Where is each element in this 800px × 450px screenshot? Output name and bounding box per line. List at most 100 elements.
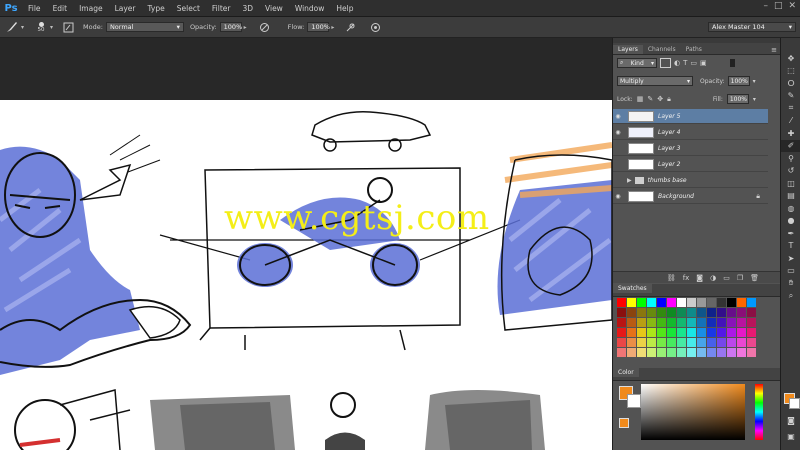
- lock-image-icon[interactable]: ✎: [647, 95, 653, 103]
- swatch[interactable]: [657, 318, 666, 327]
- tab-swatches[interactable]: Swatches: [613, 284, 652, 293]
- swatch[interactable]: [717, 318, 726, 327]
- quick-mask-icon[interactable]: ◙: [781, 414, 800, 427]
- lock-transparent-icon[interactable]: ▦: [637, 95, 644, 103]
- fill-arrow-icon[interactable]: ▾: [753, 96, 756, 103]
- zoom-tool-icon[interactable]: ⌕: [781, 290, 800, 303]
- swatch[interactable]: [627, 328, 636, 337]
- lasso-tool-icon[interactable]: ⵔ: [781, 77, 800, 90]
- swatch[interactable]: [677, 338, 686, 347]
- swatch[interactable]: [657, 348, 666, 357]
- swatch[interactable]: [637, 298, 646, 307]
- tab-paths[interactable]: Paths: [681, 45, 707, 54]
- background-color-swatch[interactable]: [627, 394, 641, 408]
- pressure-opacity-icon[interactable]: [259, 21, 271, 33]
- swatch[interactable]: [727, 348, 736, 357]
- layer-row[interactable]: ◉ Layer 5: [613, 109, 768, 124]
- opacity-slider-arrow-icon[interactable]: ▸: [244, 24, 247, 31]
- swatch[interactable]: [737, 338, 746, 347]
- layer-name[interactable]: Layer 5: [658, 113, 680, 120]
- shape-tool-icon[interactable]: ▭: [781, 265, 800, 278]
- marquee-tool-icon[interactable]: ⬚: [781, 65, 800, 78]
- airbrush-icon[interactable]: [344, 21, 356, 33]
- lock-position-icon[interactable]: ✥: [657, 95, 663, 103]
- swatch[interactable]: [617, 318, 626, 327]
- new-layer-icon[interactable]: ❐: [737, 274, 743, 282]
- pressure-size-icon[interactable]: [369, 21, 381, 33]
- swatch[interactable]: [687, 328, 696, 337]
- menu-window[interactable]: Window: [289, 4, 331, 13]
- swatch[interactable]: [657, 338, 666, 347]
- swatch[interactable]: [707, 348, 716, 357]
- history-brush-tool-icon[interactable]: ↺: [781, 165, 800, 178]
- swatch[interactable]: [667, 348, 676, 357]
- pen-tool-icon[interactable]: ✒: [781, 227, 800, 240]
- swatch[interactable]: [637, 328, 646, 337]
- new-group-icon[interactable]: ▭: [723, 274, 730, 282]
- filter-toggle-icon[interactable]: [729, 59, 735, 67]
- swatch[interactable]: [737, 318, 746, 327]
- filter-shape-icon[interactable]: ▭: [690, 59, 697, 67]
- swatch[interactable]: [737, 328, 746, 337]
- swatch[interactable]: [627, 318, 636, 327]
- brush-tool-icon[interactable]: ✐: [781, 139, 800, 152]
- swatch[interactable]: [627, 298, 636, 307]
- layer-row[interactable]: Layer 3: [613, 141, 768, 156]
- move-tool-icon[interactable]: ✥: [781, 52, 800, 65]
- delete-layer-icon[interactable]: 🗑︎: [750, 274, 759, 282]
- swatch[interactable]: [697, 298, 706, 307]
- swatch[interactable]: [707, 328, 716, 337]
- swatch[interactable]: [677, 348, 686, 357]
- tab-channels[interactable]: Channels: [643, 45, 681, 54]
- color-field[interactable]: [641, 384, 745, 440]
- tab-color[interactable]: Color: [613, 368, 639, 377]
- swatch[interactable]: [697, 318, 706, 327]
- layer-row[interactable]: ◉ Layer 4: [613, 125, 768, 140]
- web-color-warning-icon[interactable]: [619, 418, 629, 428]
- swatch[interactable]: [647, 338, 656, 347]
- swatch[interactable]: [747, 298, 756, 307]
- link-layers-icon[interactable]: ⛓: [667, 274, 676, 282]
- layer-name[interactable]: Layer 3: [658, 145, 680, 152]
- brush-picker-arrow-icon[interactable]: ▾: [50, 24, 53, 31]
- minimize-icon[interactable]: –: [763, 1, 768, 11]
- quick-select-tool-icon[interactable]: ✎: [781, 90, 800, 103]
- type-tool-icon[interactable]: T: [781, 240, 800, 253]
- canvas[interactable]: www.cgtsj.com: [0, 100, 612, 450]
- menu-layer[interactable]: Layer: [109, 4, 142, 13]
- flow-input[interactable]: 100%: [307, 22, 330, 32]
- menu-edit[interactable]: Edit: [47, 4, 74, 13]
- swatch[interactable]: [647, 348, 656, 357]
- crop-tool-icon[interactable]: ⌗: [781, 102, 800, 115]
- swatch[interactable]: [717, 328, 726, 337]
- swatch[interactable]: [687, 348, 696, 357]
- swatch[interactable]: [717, 308, 726, 317]
- swatch[interactable]: [677, 318, 686, 327]
- eyedropper-tool-icon[interactable]: ⁄: [781, 115, 800, 128]
- swatch[interactable]: [687, 338, 696, 347]
- swatch[interactable]: [677, 298, 686, 307]
- visibility-eye-icon[interactable]: ◉: [613, 129, 623, 136]
- blur-tool-icon[interactable]: ◍: [781, 202, 800, 215]
- swatch[interactable]: [647, 298, 656, 307]
- swatch[interactable]: [707, 298, 716, 307]
- swatch[interactable]: [747, 338, 756, 347]
- visibility-eye-icon[interactable]: ◉: [613, 193, 623, 200]
- adjustment-layer-icon[interactable]: ◑: [710, 274, 716, 282]
- layer-group-row[interactable]: ▶ thumbs base: [613, 173, 768, 188]
- swatch[interactable]: [707, 318, 716, 327]
- menu-select[interactable]: Select: [171, 4, 206, 13]
- filter-type-icon[interactable]: T: [683, 59, 687, 67]
- swatch[interactable]: [627, 338, 636, 347]
- swatch[interactable]: [617, 308, 626, 317]
- swatch[interactable]: [727, 308, 736, 317]
- swatch[interactable]: [697, 308, 706, 317]
- brush-tool-icon[interactable]: [6, 21, 18, 33]
- swatch[interactable]: [717, 348, 726, 357]
- add-mask-icon[interactable]: ◙: [696, 274, 703, 282]
- filter-smart-object-icon[interactable]: ▣: [700, 59, 707, 67]
- swatch[interactable]: [747, 328, 756, 337]
- toolbar-background-color[interactable]: [789, 398, 800, 409]
- dodge-tool-icon[interactable]: ●: [781, 215, 800, 228]
- layer-group-name[interactable]: thumbs base: [648, 177, 687, 184]
